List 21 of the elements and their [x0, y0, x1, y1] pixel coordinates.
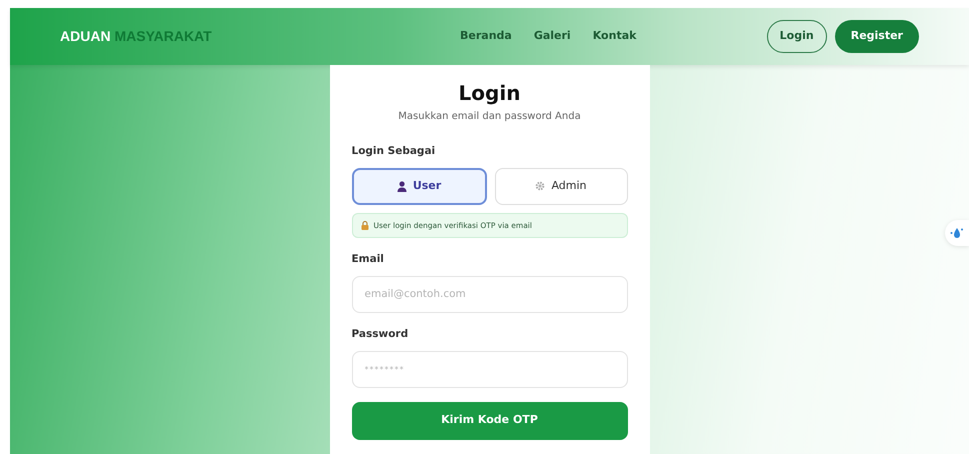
register-button[interactable]: Register	[834, 20, 919, 53]
floating-button[interactable]	[945, 220, 969, 246]
droplet-icon	[950, 227, 964, 239]
user-icon	[396, 180, 407, 192]
nav-link[interactable]: Kontak	[592, 28, 636, 45]
brand-logo[interactable]: ADUAN MASYARAKAT	[60, 26, 460, 47]
email-field[interactable]: email@contoh.com	[352, 276, 628, 313]
send-otp-button[interactable]: Kirim Kode OTP	[352, 402, 628, 440]
nav-link[interactable]: Galeri	[534, 28, 571, 45]
role-toggle[interactable]: Admin	[494, 168, 628, 205]
field-label: Email	[352, 252, 385, 267]
login-title: Login	[458, 81, 522, 105]
nav-link[interactable]: Beranda	[460, 28, 512, 45]
login-button[interactable]: Login	[766, 20, 827, 53]
gear-icon	[535, 181, 546, 192]
field-label: Password	[352, 326, 410, 342]
password-field[interactable]: ********	[352, 350, 628, 388]
role-toggle[interactable]: User	[352, 168, 486, 205]
login-subtitle: Masukkan email dan password Anda	[397, 110, 582, 124]
lock-icon	[360, 220, 368, 230]
role-label: Login Sebagai	[352, 144, 436, 159]
